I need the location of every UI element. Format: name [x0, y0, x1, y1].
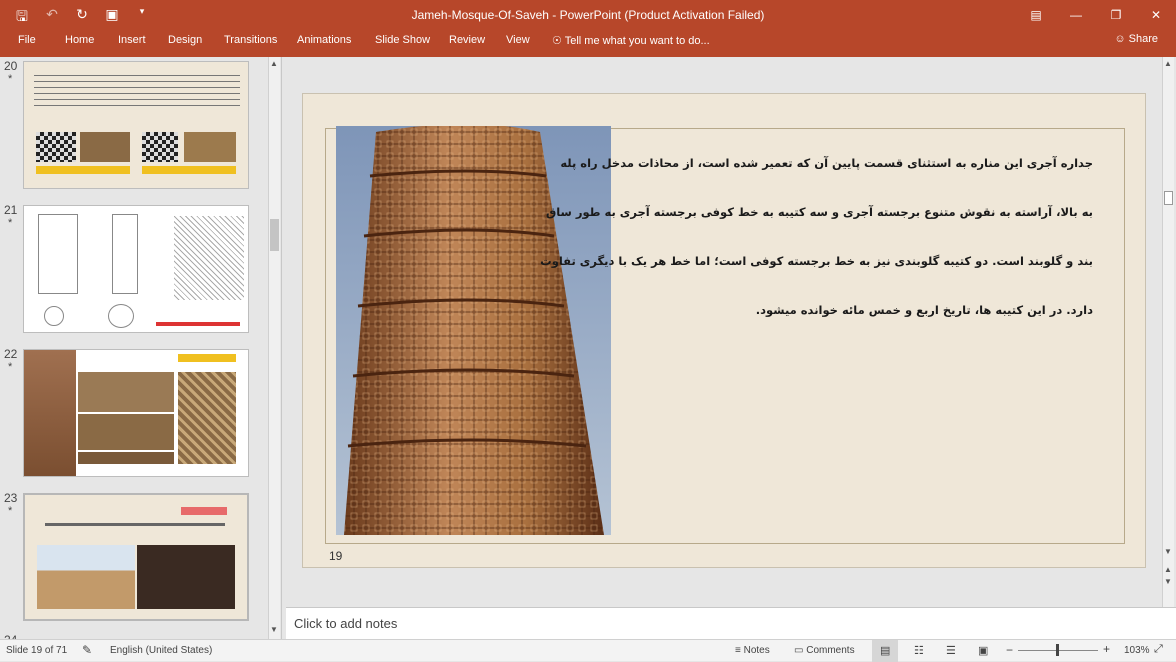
- tell-me-text: Tell me what you want to do...: [564, 35, 710, 47]
- notes-placeholder: Click to add notes: [294, 616, 398, 631]
- thumbnail-drawing: [38, 214, 78, 294]
- animation-star-icon: *: [8, 361, 13, 373]
- tab-file[interactable]: File: [18, 34, 36, 46]
- slide-text-line: جداره آجری این مناره به استثنای قسمت پای…: [560, 156, 1093, 170]
- comments-toggle[interactable]: ▭ Comments: [794, 645, 855, 656]
- spellcheck-icon[interactable]: ✎: [82, 643, 92, 657]
- lightbulb-icon: ☉: [552, 35, 562, 47]
- slide-counter: Slide 19 of 71: [6, 645, 68, 656]
- scroll-down-icon[interactable]: ▼: [270, 625, 278, 634]
- thumbnail-image: [78, 414, 174, 450]
- slide-thumbnail-20[interactable]: [23, 61, 249, 189]
- zoom-slider-handle[interactable]: [1056, 644, 1059, 656]
- thumbnail-pane: 20 * 21 * 22 * 23 * 24 ▲: [0, 57, 282, 639]
- thumbnail-scrollbar[interactable]: ▲ ▼: [268, 57, 280, 639]
- zoom-in-icon[interactable]: +: [1103, 642, 1110, 656]
- slide-thumbnail-22[interactable]: [23, 349, 249, 477]
- notes-pane[interactable]: Click to add notes: [286, 607, 1176, 640]
- thumbnail-caption: [142, 166, 236, 174]
- current-slide[interactable]: جداره آجری این مناره به استثنای قسمت پای…: [302, 93, 1146, 568]
- thumbnail-text-block: [45, 523, 225, 526]
- share-label: Share: [1128, 33, 1158, 45]
- thumbnail-number: 23: [4, 491, 18, 505]
- slide-text-line: دارد. در این کتیبه ها، تاریخ اربع و خمس …: [755, 303, 1093, 317]
- share-button[interactable]: ☺ Share: [1114, 33, 1158, 45]
- thumbnail-image: [37, 545, 135, 609]
- zoom-level[interactable]: 103%: [1124, 645, 1150, 656]
- thumbnail-image: [142, 132, 178, 162]
- thumbnail-text-block: [34, 70, 240, 110]
- slide-text-line: به بالا، آراسته به نقوش متنوع برجسته آجر…: [545, 205, 1093, 219]
- thumbnail-image: [24, 350, 76, 476]
- status-bar: Slide 19 of 71 ✎ English (United States)…: [0, 639, 1176, 662]
- scroll-thumb[interactable]: [270, 219, 279, 251]
- next-slide-icon[interactable]: ▼: [1164, 577, 1172, 586]
- person-icon: ☺: [1114, 33, 1126, 45]
- tab-home[interactable]: Home: [65, 34, 94, 46]
- minimize-icon[interactable]: —: [1056, 0, 1096, 30]
- zoom-out-icon[interactable]: −: [1006, 643, 1013, 657]
- scroll-thumb[interactable]: [1164, 191, 1173, 205]
- slide-page-number: 19: [329, 549, 343, 563]
- thumbnail-image: [36, 132, 76, 162]
- animation-star-icon: *: [8, 217, 13, 229]
- thumbnail-image: [80, 132, 130, 162]
- title-bar: 🖫 ↶ ↻ ▣ ▾ Jameh-Mosque-Of-Saveh - PowerP…: [0, 0, 1176, 30]
- thumbnail-drawing: [174, 216, 244, 300]
- tab-slide-show[interactable]: Slide Show: [375, 34, 430, 46]
- tab-transitions[interactable]: Transitions: [224, 34, 277, 46]
- comments-label: Comments: [806, 645, 855, 656]
- thumbnail-number: 21: [4, 203, 18, 217]
- comments-icon: ▭: [794, 645, 804, 656]
- thumbnail-caption: [156, 322, 240, 326]
- minaret-image: [336, 126, 611, 535]
- tab-insert[interactable]: Insert: [118, 34, 146, 46]
- thumbnail-number: 20: [4, 59, 18, 73]
- ribbon-display-options-icon[interactable]: ▤: [1016, 0, 1056, 30]
- tab-design[interactable]: Design: [168, 34, 202, 46]
- thumbnail-image: [78, 452, 174, 464]
- minaret-photo[interactable]: [336, 126, 611, 535]
- tab-view[interactable]: View: [506, 34, 530, 46]
- tab-animations[interactable]: Animations: [297, 34, 351, 46]
- normal-view-icon: ▤: [880, 645, 891, 657]
- fit-to-window-icon[interactable]: ⤢: [1154, 643, 1163, 656]
- slideshow-view-icon[interactable]: ▣: [978, 644, 988, 657]
- tell-me-box[interactable]: ☉ Tell me what you want to do...: [552, 34, 710, 47]
- previous-slide-icon[interactable]: ▲: [1164, 565, 1172, 574]
- animation-star-icon: *: [8, 73, 13, 85]
- close-icon[interactable]: ✕: [1136, 0, 1176, 30]
- thumbnail-caption: [181, 507, 227, 515]
- thumbnail-image: [78, 372, 174, 412]
- ribbon-tabs: File Home Insert Design Transitions Anim…: [0, 30, 1176, 57]
- thumbnail-caption: [178, 354, 236, 362]
- scroll-down-icon[interactable]: ▼: [1164, 547, 1172, 556]
- notes-icon: ≡: [735, 645, 741, 656]
- notes-toggle[interactable]: ≡ Notes: [735, 645, 770, 656]
- reading-view-icon[interactable]: ☰: [946, 644, 956, 657]
- tab-review[interactable]: Review: [449, 34, 485, 46]
- slide-thumbnail-23[interactable]: [23, 493, 249, 621]
- slide-thumbnail-21[interactable]: [23, 205, 249, 333]
- thumbnail-drawing: [108, 304, 134, 328]
- slide-text-line: بند و گلوبند است. دو کتیبه گلوبندی نیز ب…: [540, 254, 1093, 268]
- thumbnail-drawing: [112, 214, 138, 294]
- maximize-icon[interactable]: ❐: [1096, 0, 1136, 30]
- slide-sorter-icon[interactable]: ☷: [914, 644, 924, 657]
- language-indicator[interactable]: English (United States): [110, 645, 212, 656]
- slide-scrollbar[interactable]: ▲ ▼ ▲ ▼: [1162, 57, 1174, 607]
- window-title: Jameh-Mosque-Of-Saveh - PowerPoint (Prod…: [411, 8, 765, 22]
- window-controls: ▤ — ❐ ✕: [1016, 0, 1176, 30]
- thumbnail-number: 22: [4, 347, 18, 361]
- notes-label: Notes: [743, 645, 770, 656]
- thumbnail-caption: [36, 166, 130, 174]
- thumbnail-drawing: [44, 306, 64, 326]
- scroll-up-icon[interactable]: ▲: [1164, 59, 1172, 68]
- scroll-up-icon[interactable]: ▲: [270, 59, 278, 68]
- thumbnail-image: [184, 132, 236, 162]
- thumbnail-image: [178, 372, 236, 464]
- thumbnail-image: [137, 545, 235, 609]
- animation-star-icon: *: [8, 505, 13, 517]
